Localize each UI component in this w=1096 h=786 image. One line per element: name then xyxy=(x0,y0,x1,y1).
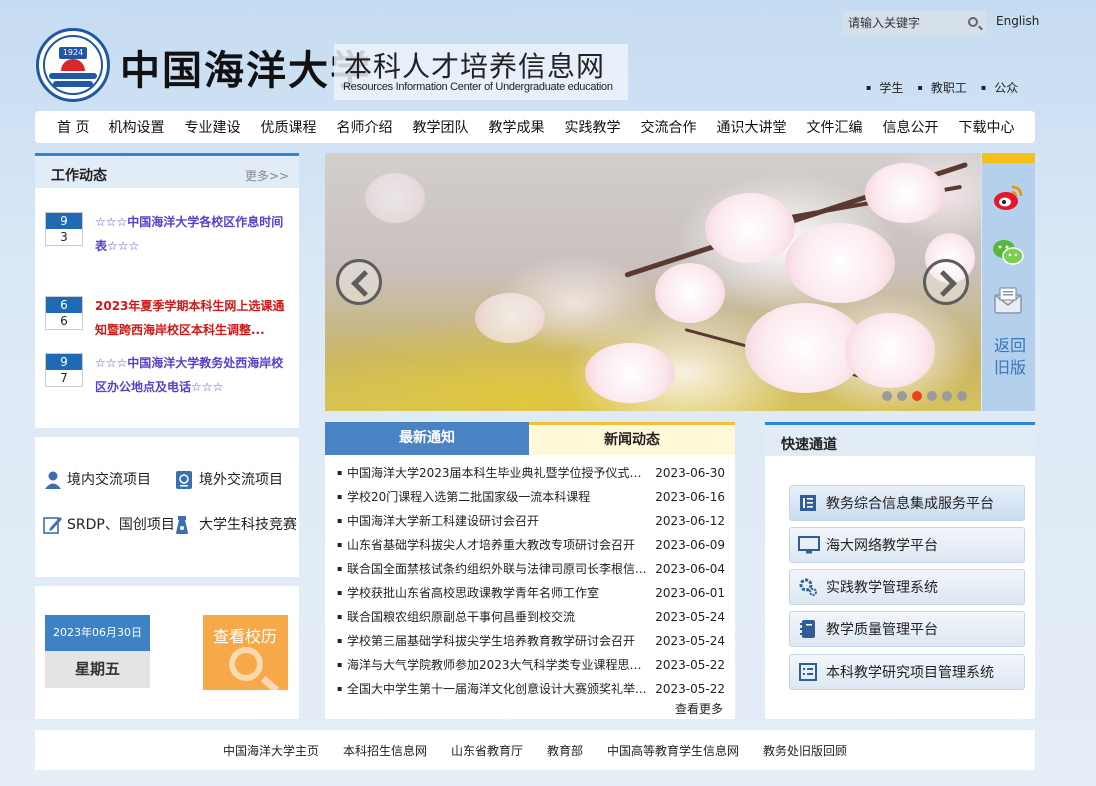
nav-home[interactable]: 首 页 xyxy=(57,117,89,137)
tab-news[interactable]: 新闻动态 xyxy=(529,422,735,455)
logo-year: 1924 xyxy=(59,47,87,59)
quick-access-panel: 快速通道 教务综合信息集成服务平台 海大网络教学平台 实践教学管理系统 教学质量… xyxy=(765,422,1035,719)
date-badge: 6 6 xyxy=(45,296,83,330)
quick-link-quality-platform[interactable]: 教学质量管理平台 xyxy=(789,611,1025,647)
overseas-exchange-link[interactable]: 境外交流项目 xyxy=(175,469,283,489)
edit-icon xyxy=(43,515,62,534)
footer-link-old-version[interactable]: 教务处旧版回顾 xyxy=(763,742,847,759)
list-item[interactable]: ▪ 联合国全面禁核试条约组织外联与法律司原司长李根信... 2023-06-04 xyxy=(335,557,725,581)
nav-courses[interactable]: 优质课程 xyxy=(260,117,316,137)
list-item[interactable]: ▪ 联合国粮农组织原副总干事何昌垂到校交流 2023-05-24 xyxy=(335,605,725,629)
work-news-title: 工作动态 xyxy=(51,168,107,184)
quick-link-online-teaching[interactable]: 海大网络教学平台 xyxy=(789,527,1025,563)
exchange-links-panel: 境内交流项目 境外交流项目 SRDP、国创项目 大学生科技竞赛 xyxy=(35,437,299,577)
work-news-link[interactable]: ☆☆☆中国海洋大学各校区作息时间表☆☆☆ xyxy=(95,210,290,258)
banner-dot[interactable] xyxy=(927,391,937,401)
list-icon xyxy=(798,662,818,682)
list-item[interactable]: ▪ 学校第三届基础学科拔尖学生培养教育教学研讨会召开 2023-05-24 xyxy=(335,629,725,653)
quick-link-research-projects[interactable]: 本科教学研究项目管理系统 xyxy=(789,654,1025,690)
gears-icon xyxy=(798,577,818,597)
nav-teachers[interactable]: 名师介绍 xyxy=(336,117,392,137)
nav-lectures[interactable]: 通识大讲堂 xyxy=(716,117,786,137)
current-weekday: 星期五 xyxy=(45,651,150,688)
list-item[interactable]: ▪ 山东省基础学科拔尖人才培养重大教改专项研讨会召开 2023-06-09 xyxy=(335,533,725,557)
banner-prev-button[interactable] xyxy=(336,259,382,305)
quick-link-academic-platform[interactable]: 教务综合信息集成服务平台 xyxy=(789,485,1025,521)
site-title: 本科人才培养信息网 xyxy=(344,50,606,83)
list-item[interactable]: ▪ 学校获批山东省高校思政课教学青年名师工作室 2023-06-01 xyxy=(335,581,725,605)
search-box xyxy=(843,11,986,35)
notice-list: ▪ 中国海洋大学2023届本科生毕业典礼暨学位授予仪式举... 2023-06-30… xyxy=(335,461,725,701)
footer-link-admissions[interactable]: 本科招生信息网 xyxy=(343,742,427,759)
view-more-link[interactable]: 查看更多 xyxy=(675,700,723,717)
nav-teams[interactable]: 教学团队 xyxy=(412,117,468,137)
view-calendar-button[interactable]: 查看校历 xyxy=(203,615,288,690)
notebook-icon xyxy=(798,619,818,639)
banner-carousel[interactable] xyxy=(325,153,981,411)
flask-icon xyxy=(175,515,193,534)
calendar-panel: 2023年06月30日 星期五 查看校历 xyxy=(35,586,299,719)
work-news-link[interactable]: 2023年夏季学期本科生网上选课通知暨跨西海岸校区本科生调整... xyxy=(95,294,290,342)
nav-exchange[interactable]: 交流合作 xyxy=(640,117,696,137)
banner-dot[interactable] xyxy=(882,391,892,401)
footer-link-chsi[interactable]: 中国高等教育学生信息网 xyxy=(607,742,739,759)
quick-link-practice-system[interactable]: 实践教学管理系统 xyxy=(789,569,1025,605)
list-item[interactable]: ▪ 学校20门课程入选第二批国家级一流本科课程 2023-06-16 xyxy=(335,485,725,509)
banner-dot[interactable] xyxy=(957,391,967,401)
quick-access-title: 快速通道 xyxy=(781,437,837,453)
role-links: 学生 教职工 公众 xyxy=(866,79,1018,96)
work-news-link[interactable]: ☆☆☆中国海洋大学教务处西海岸校区办公地点及电话☆☆☆ xyxy=(95,351,290,399)
site-subtitle: Resources Information Center of Undergra… xyxy=(343,81,613,93)
banner-dot-active[interactable] xyxy=(912,391,922,401)
nav-achievements[interactable]: 教学成果 xyxy=(488,117,544,137)
footer-link-shandong-edu[interactable]: 山东省教育厅 xyxy=(451,742,523,759)
english-link[interactable]: English xyxy=(996,14,1039,28)
magnifier-icon xyxy=(229,647,263,681)
banner-dot[interactable] xyxy=(942,391,952,401)
banner-next-button[interactable] xyxy=(923,259,969,305)
social-sidebar: 返回旧版 xyxy=(982,153,1035,411)
search-icon[interactable] xyxy=(968,17,978,27)
mail-icon[interactable] xyxy=(992,285,1024,315)
current-date: 2023年06月30日 xyxy=(45,615,150,651)
nav-downloads[interactable]: 下载中心 xyxy=(958,117,1014,137)
main-nav: 首 页 机构设置 专业建设 优质课程 名师介绍 教学团队 教学成果 实践教学 交… xyxy=(35,111,1035,143)
list-item[interactable]: ▪ 海洋与大气学院教师参加2023大气科学类专业课程思政... 2023-05-22 xyxy=(335,653,725,677)
role-staff-link[interactable]: 教职工 xyxy=(917,79,967,96)
list-item[interactable]: ▪ 中国海洋大学新工科建设研讨会召开 2023-06-12 xyxy=(335,509,725,533)
nav-majors[interactable]: 专业建设 xyxy=(184,117,240,137)
nav-documents[interactable]: 文件汇编 xyxy=(806,117,862,137)
nav-practice[interactable]: 实践教学 xyxy=(564,117,620,137)
role-student-link[interactable]: 学生 xyxy=(866,79,903,96)
wechat-icon[interactable] xyxy=(992,237,1024,267)
date-badge: 9 3 xyxy=(45,212,83,246)
nav-disclosure[interactable]: 信息公开 xyxy=(882,117,938,137)
role-public-link[interactable]: 公众 xyxy=(981,79,1018,96)
nav-organization[interactable]: 机构设置 xyxy=(108,117,164,137)
news-panel: 最新通知 新闻动态 ▪ 中国海洋大学2023届本科生毕业典礼暨学位授予仪式举...… xyxy=(325,422,735,719)
university-logo[interactable]: 1924 xyxy=(36,28,110,102)
person-icon xyxy=(43,470,61,489)
domestic-exchange-link[interactable]: 境内交流项目 xyxy=(43,469,151,489)
list-item[interactable]: ▪ 中国海洋大学2023届本科生毕业典礼暨学位授予仪式举... 2023-06-30 xyxy=(335,461,725,485)
footer-link-ouc-home[interactable]: 中国海洋大学主页 xyxy=(223,742,319,759)
work-news-panel: 工作动态 更多>> 9 3 ☆☆☆中国海洋大学各校区作息时间表☆☆☆ 6 6 2… xyxy=(35,153,299,428)
banner-dot[interactable] xyxy=(897,391,907,401)
date-badge: 9 7 xyxy=(45,353,83,387)
return-old-version-link[interactable]: 返回旧版 xyxy=(990,335,1030,379)
banner-indicators xyxy=(882,391,967,401)
tab-latest-notices[interactable]: 最新通知 xyxy=(325,422,529,455)
search-input[interactable] xyxy=(843,11,961,35)
passport-icon xyxy=(175,470,193,489)
work-news-more-link[interactable]: 更多>> xyxy=(245,167,289,184)
footer-links: 中国海洋大学主页 本科招生信息网 山东省教育厅 教育部 中国高等教育学生信息网 … xyxy=(35,730,1035,770)
monitor-icon xyxy=(798,535,820,555)
footer-link-moe[interactable]: 教育部 xyxy=(547,742,583,759)
document-list-icon xyxy=(798,493,818,513)
view-calendar-label: 查看校历 xyxy=(213,627,278,646)
list-item[interactable]: ▪ 全国大中学生第十一届海洋文化创意设计大赛颁奖礼举... 2023-05-22 xyxy=(335,677,725,701)
weibo-icon[interactable] xyxy=(992,183,1024,213)
srdp-project-link[interactable]: SRDP、国创项目 xyxy=(43,514,175,534)
science-competition-link[interactable]: 大学生科技竞赛 xyxy=(175,514,297,534)
